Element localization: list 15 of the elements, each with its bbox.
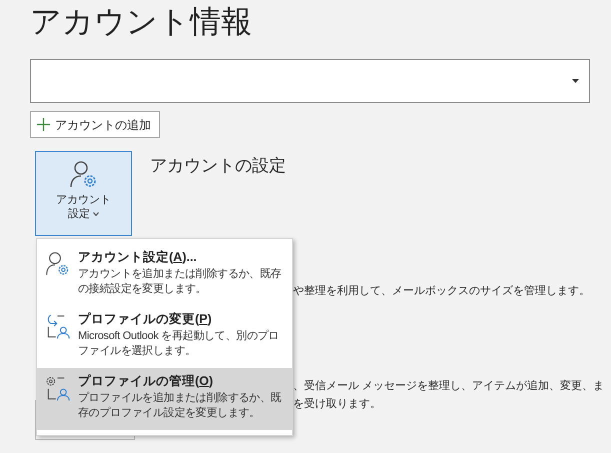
menu-item-description: Microsoft Outlook を再起動して、別のプロファイルを選択します。 [78,328,280,358]
section-heading: アカウントの設定 [150,155,286,177]
menu-item-description: プロファイルを追加または削除するか、既存のプロファイル設定を変更します。 [78,390,282,420]
menu-item[interactable]: プロファイルの変更(P) Microsoft Outlook を再起動して、別のプロファイルを選択します。 [37,306,292,368]
menu-item[interactable]: アカウント設定(A)... アカウントを追加または削除するか、既存の接続設定を変更します。 [37,244,292,306]
add-account-button[interactable]: アカウントの追加 [30,111,160,138]
menu-item-title: アカウント設定(A)... [78,249,198,266]
section-description: 、受信メール メッセージを整理し、アイテムが追加、変更、ま を受け取ります。 [293,378,604,412]
menu-item-title: プロファイルの変更(P) [78,311,213,328]
account-settings-button[interactable]: アカウント 設定 [35,151,132,236]
section-description: や整理を利用して、メールボックスのサイズを管理します。 [293,284,590,299]
menu-item-title: プロファイルの管理(O) [78,373,214,390]
page-title: アカウント情報 [30,3,253,37]
menu-item-description: アカウントを追加または削除するか、既存の接続設定を変更します。 [78,266,282,296]
menu-item[interactable]: プロファイルの管理(O) プロファイルを追加または削除するか、既存のプロファイル設定を変更します。 [37,368,292,430]
